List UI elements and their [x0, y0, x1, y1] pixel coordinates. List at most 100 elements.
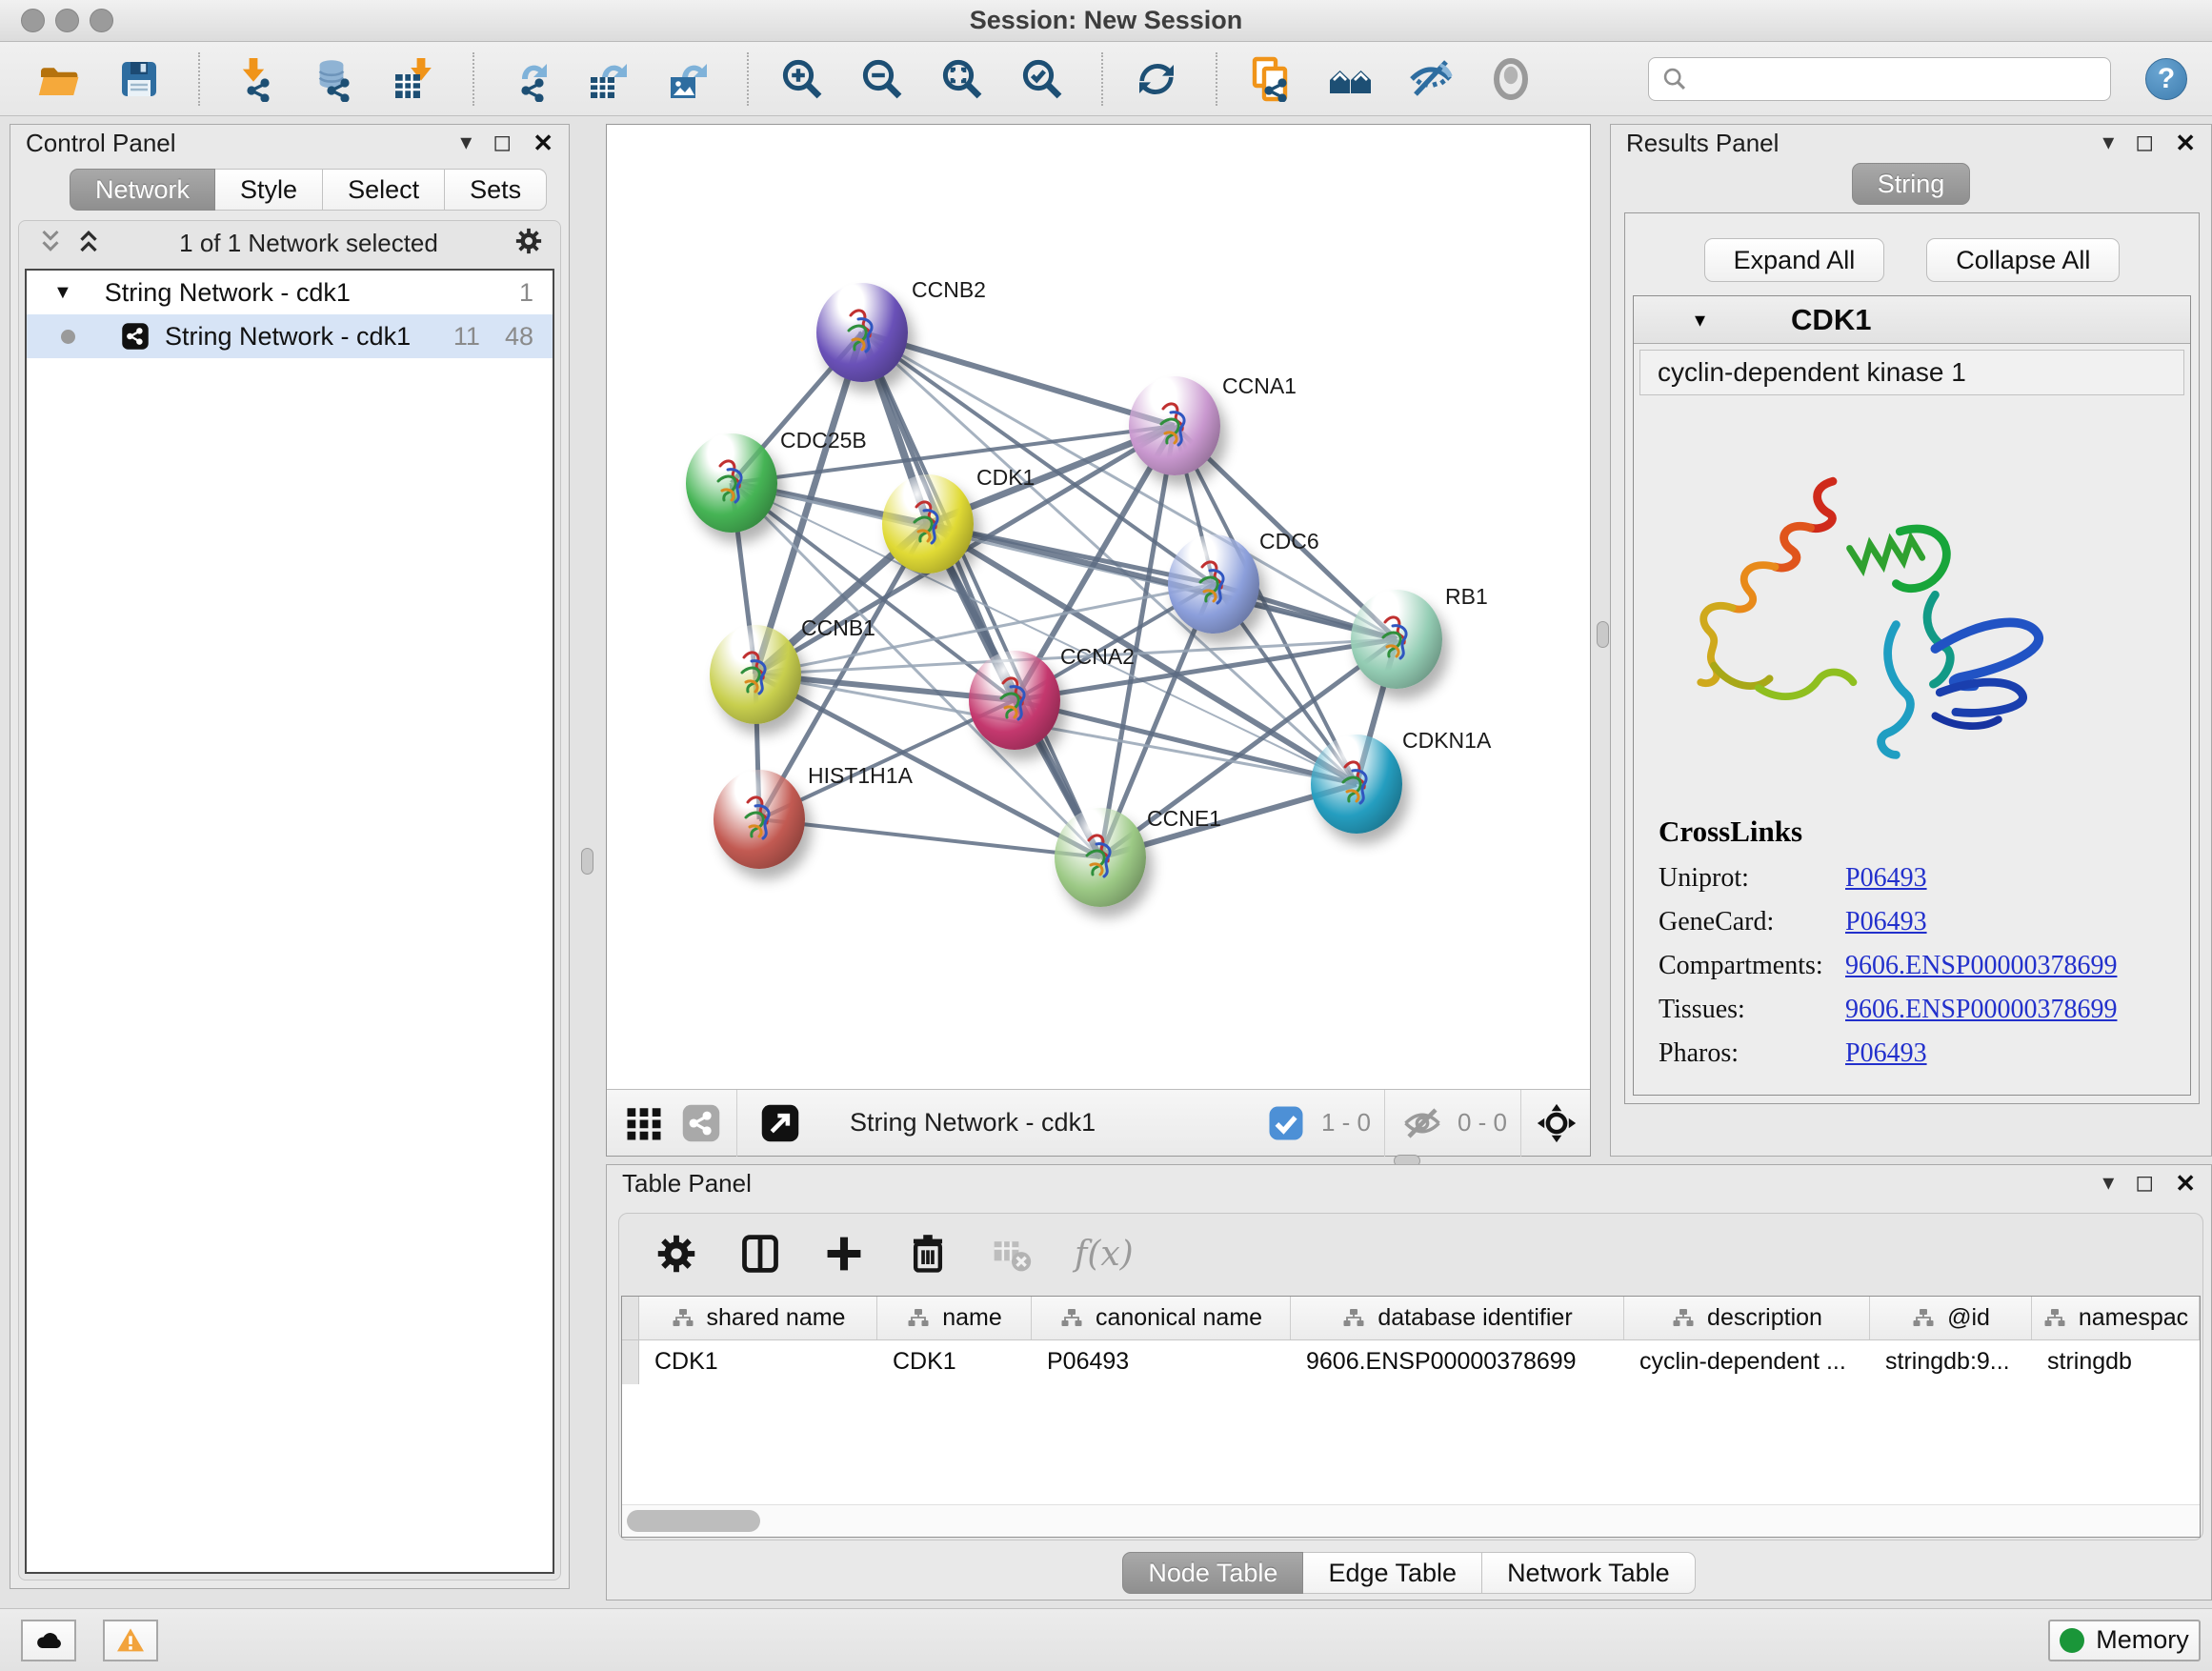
network-node-ccna1[interactable] [1129, 376, 1220, 475]
cloud-button[interactable] [21, 1620, 76, 1661]
add-column-icon[interactable] [823, 1233, 865, 1275]
memory-button[interactable]: Memory [2048, 1620, 2201, 1661]
close-panel-icon[interactable]: ✕ [2175, 131, 2196, 155]
warning-button[interactable] [103, 1620, 158, 1661]
zoom-out-icon[interactable] [857, 54, 907, 104]
tab-sets[interactable]: Sets [445, 169, 547, 211]
tab-edge-table[interactable]: Edge Table [1303, 1552, 1482, 1594]
tab-style[interactable]: Style [215, 169, 323, 211]
import-network-icon[interactable] [229, 54, 278, 104]
crosslink-link[interactable]: P06493 [1845, 1032, 1927, 1076]
export-image-icon[interactable] [663, 54, 713, 104]
save-session-icon[interactable] [114, 54, 164, 104]
delete-column-icon[interactable] [907, 1233, 949, 1275]
gear-icon[interactable] [514, 227, 543, 260]
collapse-panel-icon[interactable]: ▾ [2102, 131, 2114, 154]
window-close-icon[interactable] [21, 9, 45, 32]
network-view-icon[interactable] [679, 1101, 723, 1145]
expand-all-button[interactable]: Expand All [1704, 238, 1885, 282]
gear-icon[interactable] [655, 1233, 697, 1275]
table-cell[interactable]: 9606.ENSP00000378699 [1291, 1340, 1624, 1384]
window-zoom-icon[interactable] [90, 9, 113, 32]
node-label-ccna1: CCNA1 [1222, 373, 1297, 399]
export-network-icon[interactable] [503, 54, 553, 104]
birdseye-icon[interactable] [1535, 1101, 1579, 1145]
horizontal-scrollbar[interactable] [622, 1504, 2200, 1537]
network-node-cdkn1a[interactable] [1311, 735, 1402, 834]
hide-selected-icon[interactable] [1406, 54, 1456, 104]
network-node-cdc25b[interactable] [686, 433, 777, 533]
show-columns-icon[interactable] [739, 1233, 781, 1275]
table-cell[interactable]: CDK1 [877, 1340, 1032, 1384]
apply-layout-icon[interactable] [1132, 54, 1181, 104]
table-cell[interactable]: cyclin-dependent ... [1624, 1340, 1870, 1384]
open-session-icon[interactable] [34, 54, 84, 104]
crosslink-link[interactable]: 9606.ENSP00000378699 [1845, 944, 2117, 988]
table-cell[interactable]: stringdb [2032, 1340, 2200, 1384]
column-header-shared-name[interactable]: shared name [639, 1297, 877, 1339]
column-header-database-identifier[interactable]: database identifier [1291, 1297, 1624, 1339]
node-details-header[interactable]: ▾ CDK1 [1634, 296, 2190, 344]
float-panel-icon[interactable]: ◻ [493, 131, 512, 154]
crosslink-link[interactable]: P06493 [1845, 856, 1927, 900]
show-all-icon[interactable] [1486, 54, 1536, 104]
tab-select[interactable]: Select [323, 169, 445, 211]
collapse-all-button[interactable]: Collapse All [1926, 238, 2120, 282]
table-row[interactable]: CDK1CDK1P064939606.ENSP00000378699cyclin… [622, 1340, 2200, 1384]
collapse-panel-icon[interactable]: ▾ [2102, 1172, 2114, 1195]
first-neighbors-icon[interactable] [1326, 54, 1376, 104]
crosslink-label: GeneCard: [1659, 900, 1845, 944]
table-cell[interactable]: CDK1 [639, 1340, 877, 1384]
close-panel-icon[interactable]: ✕ [533, 131, 553, 155]
scrollbar-thumb[interactable] [627, 1510, 760, 1532]
float-panel-icon[interactable]: ◻ [2135, 1172, 2154, 1195]
tab-string[interactable]: String [1852, 163, 1971, 205]
tab-node-table[interactable]: Node Table [1122, 1552, 1303, 1594]
collapse-panel-icon[interactable]: ▾ [460, 131, 472, 154]
collection-count: 1 [519, 278, 533, 308]
crosslink-link[interactable]: P06493 [1845, 900, 1927, 944]
network-node-rb1[interactable] [1351, 590, 1442, 689]
network-node-cdk1[interactable] [882, 474, 974, 574]
column-header-description[interactable]: description [1624, 1297, 1870, 1339]
zoom-in-icon[interactable] [777, 54, 827, 104]
help-button[interactable]: ? [2145, 58, 2187, 100]
network-row-selected[interactable]: String Network - cdk1 11 48 [27, 314, 553, 358]
expand-all-icon[interactable] [74, 227, 103, 260]
network-collection-row[interactable]: ▼ String Network - cdk1 1 [27, 271, 553, 314]
import-network-database-icon[interactable] [309, 54, 358, 104]
tab-network-table[interactable]: Network Table [1482, 1552, 1696, 1594]
network-node-ccne1[interactable] [1055, 808, 1146, 907]
window-minimize-icon[interactable] [55, 9, 79, 32]
crosslink-link[interactable]: 9606.ENSP00000378699 [1845, 988, 2117, 1032]
collapse-entry-icon[interactable]: ▾ [1695, 308, 1705, 332]
network-node-ccna2[interactable] [969, 651, 1060, 750]
column-header-name[interactable]: name [877, 1297, 1032, 1339]
close-panel-icon[interactable]: ✕ [2175, 1171, 2196, 1196]
network-node-ccnb1[interactable] [710, 625, 801, 724]
network-node-hist1h1a[interactable] [714, 770, 805, 869]
splitter-grip[interactable] [1597, 621, 1609, 648]
network-node-ccnb2[interactable] [816, 283, 908, 382]
network-node-cdc6[interactable] [1168, 534, 1259, 634]
network-canvas[interactable]: CCNB2CCNA1CDC25BCDK1CDC6RB1CCNB1CCNA2CDK… [607, 125, 1590, 1089]
column-header--id[interactable]: @id [1870, 1297, 2032, 1339]
column-header-namespac[interactable]: namespac [2032, 1297, 2200, 1339]
search-input[interactable] [1648, 57, 2111, 101]
export-table-icon[interactable] [583, 54, 633, 104]
collapse-all-icon[interactable] [36, 227, 65, 260]
table-cell[interactable]: stringdb:9... [1870, 1340, 2032, 1384]
import-table-icon[interactable] [389, 54, 438, 104]
float-panel-icon[interactable]: ◻ [2135, 131, 2154, 154]
detach-view-icon[interactable] [758, 1101, 802, 1145]
tab-network[interactable]: Network [70, 169, 215, 211]
zoom-fit-content-icon[interactable] [937, 54, 987, 104]
tree-expand-icon[interactable]: ▼ [53, 282, 72, 304]
selected-checkbox-icon[interactable] [1264, 1101, 1308, 1145]
grid-mode-icon[interactable] [622, 1101, 666, 1145]
new-network-from-selection-icon[interactable] [1246, 54, 1296, 104]
splitter-grip[interactable] [581, 848, 593, 875]
table-cell[interactable]: P06493 [1032, 1340, 1291, 1384]
zoom-selected-icon[interactable] [1017, 54, 1067, 104]
column-header-canonical-name[interactable]: canonical name [1032, 1297, 1291, 1339]
